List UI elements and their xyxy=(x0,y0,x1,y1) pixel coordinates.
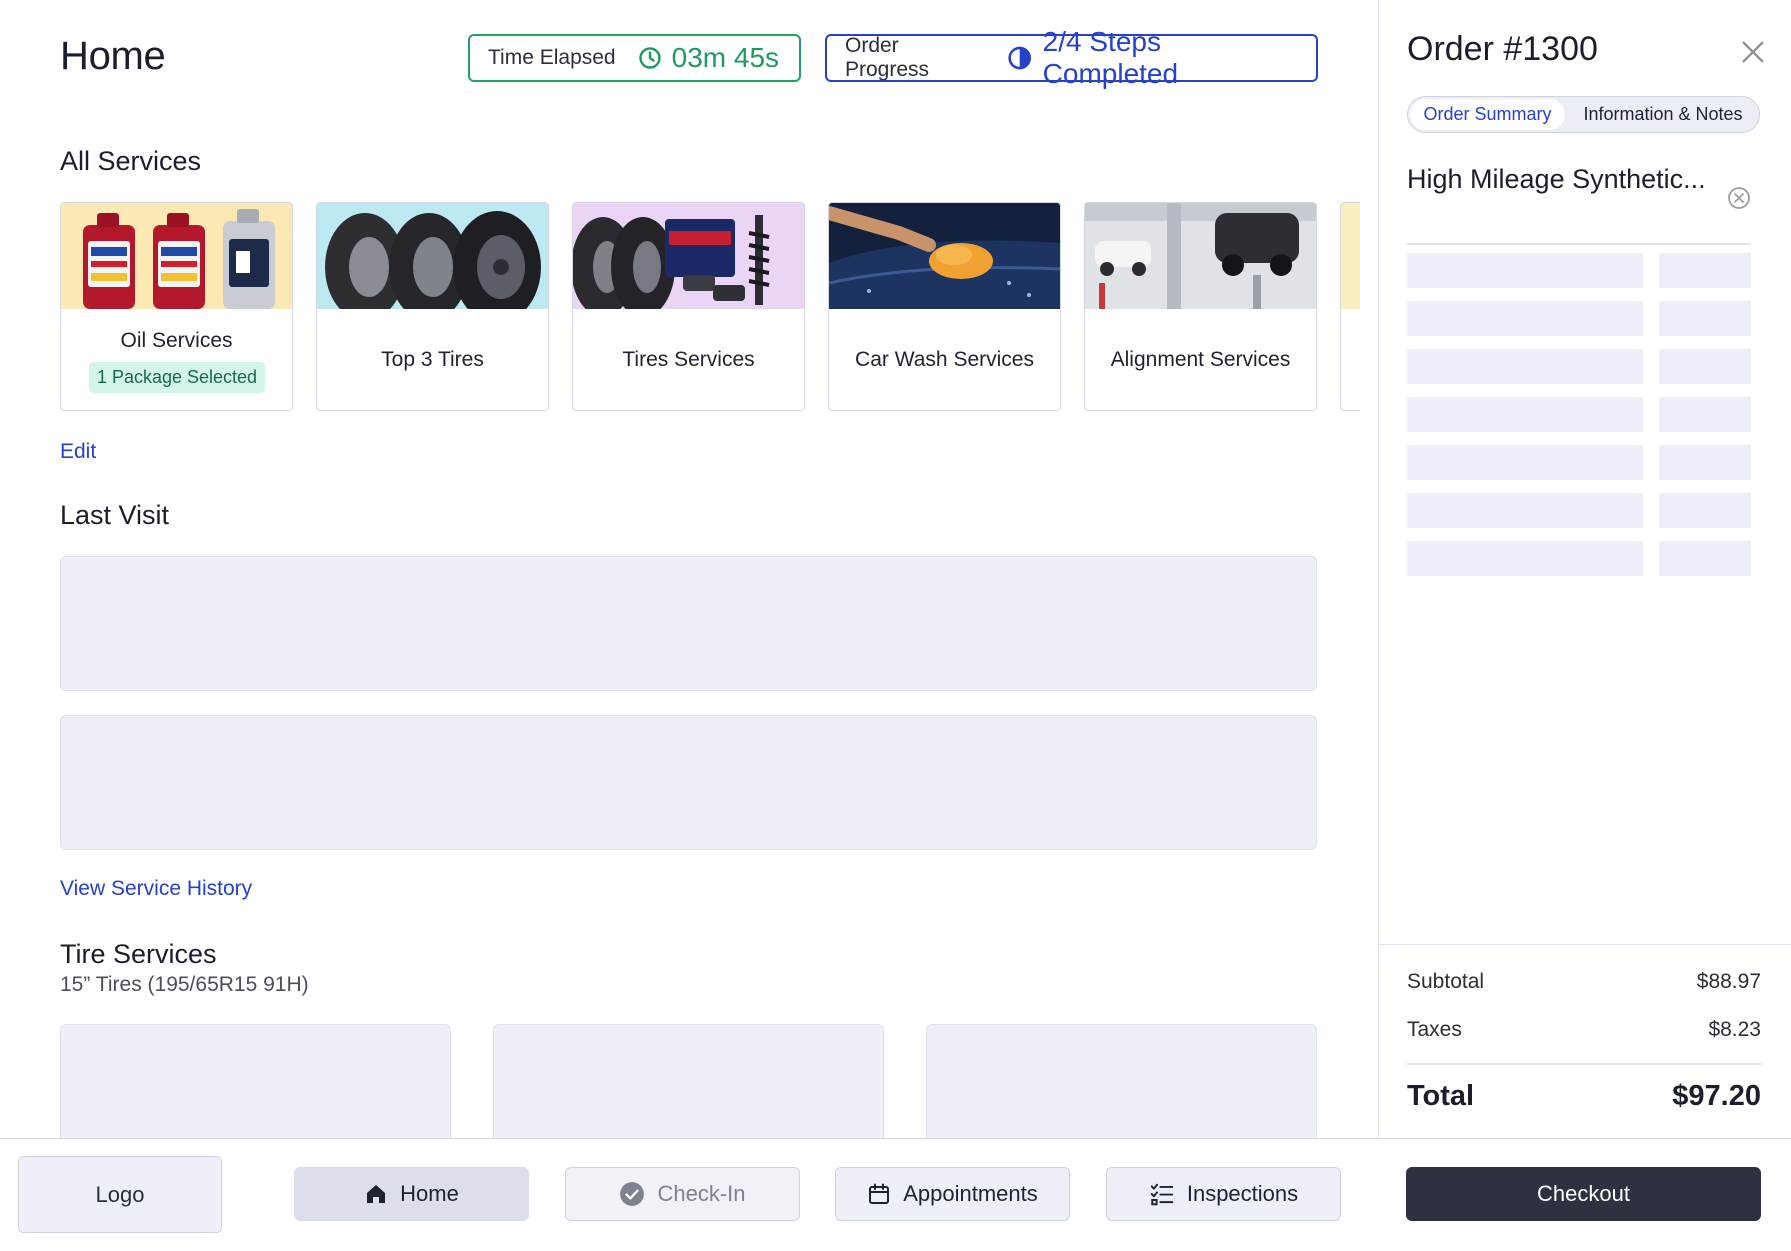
taxes-label: Taxes xyxy=(1407,1018,1462,1041)
card-label: Alignment Services xyxy=(1110,348,1291,371)
time-elapsed-label: Time Elapsed xyxy=(488,46,616,69)
checkout-button[interactable]: Checkout xyxy=(1406,1167,1761,1221)
line-item-placeholder xyxy=(1407,253,1643,288)
half-circle-progress-icon xyxy=(1008,46,1032,70)
nav-home-label: Home xyxy=(400,1181,459,1206)
order-tabs: Order Summary Information & Notes xyxy=(1407,96,1760,133)
service-card-oil[interactable]: Oil Services 1 Package Selected xyxy=(60,202,293,411)
total-label: Total xyxy=(1407,1080,1475,1112)
last-visit-placeholder xyxy=(60,556,1317,691)
car-wash-image xyxy=(829,203,1060,309)
line-item-price-placeholder xyxy=(1659,541,1751,576)
line-item-price-placeholder xyxy=(1659,349,1751,384)
order-progress-pill: Order Progress 2/4 Steps Completed xyxy=(825,26,1318,89)
time-elapsed-pill: Time Elapsed 03m 45s xyxy=(468,34,801,82)
tire-size-subtitle: 15” Tires (195/65R15 91H) xyxy=(60,973,309,996)
main-content: Home Time Elapsed 03m 45s Order Progress… xyxy=(0,0,1378,1138)
service-card-alignment[interactable]: Alignment Services xyxy=(1084,202,1317,411)
order-progress-label: Order Progress xyxy=(845,34,930,81)
tab-order-summary[interactable]: Order Summary xyxy=(1410,99,1565,130)
line-item-price-placeholder xyxy=(1659,301,1751,336)
service-card-top-tires[interactable]: Top 3 Tires xyxy=(316,202,549,411)
line-item-placeholder xyxy=(1407,349,1643,384)
check-circle-icon xyxy=(620,1182,645,1206)
view-service-history-link[interactable]: View Service History xyxy=(60,877,252,901)
line-item-placeholder xyxy=(1407,445,1643,480)
time-elapsed-value: 03m 45s xyxy=(671,42,780,73)
close-icon[interactable] xyxy=(1739,38,1767,66)
tires-brakes-image xyxy=(573,203,804,309)
order-panel: Order #1300 Order Summary Information & … xyxy=(1378,0,1791,1138)
order-title: Order #1300 xyxy=(1407,30,1598,68)
edit-services-link[interactable]: Edit xyxy=(60,440,96,464)
total-divider xyxy=(1407,1063,1762,1065)
line-item-placeholder xyxy=(1407,493,1643,528)
line-item-placeholder xyxy=(1407,541,1643,576)
service-cards-carousel: Oil Services 1 Package Selected Top 3 Ti… xyxy=(60,202,1360,412)
tire-option-placeholder xyxy=(493,1024,884,1138)
card-image xyxy=(1341,203,1360,309)
checklist-icon xyxy=(1150,1183,1174,1206)
order-item-name: High Mileage Synthetic... xyxy=(1407,164,1706,194)
total-value: $97.20 xyxy=(1672,1080,1761,1112)
nav-checkin-button[interactable]: Check-In xyxy=(565,1167,800,1221)
nav-appointments-button[interactable]: Appointments xyxy=(835,1167,1070,1221)
line-item-price-placeholder xyxy=(1659,253,1751,288)
alignment-garage-image xyxy=(1085,203,1316,309)
card-label: Tires Services xyxy=(622,348,755,371)
line-item-price-placeholder xyxy=(1659,493,1751,528)
tire-option-placeholder xyxy=(926,1024,1317,1138)
taxes-value: $8.23 xyxy=(1708,1018,1761,1041)
nav-appointments-label: Appointments xyxy=(903,1181,1038,1206)
line-item-placeholder xyxy=(1407,397,1643,432)
line-item-price-placeholder xyxy=(1659,445,1751,480)
order-progress-value: 2/4 Steps Completed xyxy=(1042,26,1179,89)
page-title: Home xyxy=(60,34,166,78)
subtotal-label: Subtotal xyxy=(1407,970,1485,993)
logo: Logo xyxy=(18,1156,222,1233)
tire-option-placeholder xyxy=(60,1024,451,1138)
item-divider xyxy=(1407,243,1751,245)
all-services-title: All Services xyxy=(60,146,202,176)
nav-home-button[interactable]: Home xyxy=(294,1167,529,1221)
tires-image xyxy=(317,203,548,309)
bottom-nav-bar: Logo Home Check-In Appointments Inspecti… xyxy=(0,1138,1791,1251)
service-card-partial[interactable] xyxy=(1340,202,1360,411)
oil-bottles-image xyxy=(61,203,292,309)
tab-information-notes[interactable]: Information & Notes xyxy=(1568,99,1758,130)
subtotal-value: $88.97 xyxy=(1696,970,1761,993)
totals-divider xyxy=(1379,944,1791,945)
card-label: Car Wash Services xyxy=(855,348,1034,371)
package-selected-badge: 1 Package Selected xyxy=(89,362,265,393)
home-icon xyxy=(367,1185,386,1203)
service-card-tires-services[interactable]: Tires Services xyxy=(572,202,805,411)
line-item-price-placeholder xyxy=(1659,397,1751,432)
nav-inspections-label: Inspections xyxy=(1186,1181,1299,1206)
last-visit-placeholder xyxy=(60,715,1317,850)
tire-services-title: Tire Services xyxy=(60,939,217,969)
last-visit-title: Last Visit xyxy=(60,500,170,530)
service-card-car-wash[interactable]: Car Wash Services xyxy=(828,202,1061,411)
calendar-icon xyxy=(869,1183,890,1204)
clock-icon xyxy=(638,47,661,69)
line-item-placeholder xyxy=(1407,301,1643,336)
card-label: Top 3 Tires xyxy=(381,348,484,371)
nav-inspections-button[interactable]: Inspections xyxy=(1106,1167,1341,1221)
nav-checkin-label: Check-In xyxy=(657,1181,746,1206)
card-label: Oil Services xyxy=(120,329,233,352)
remove-circle-icon[interactable] xyxy=(1727,186,1751,210)
